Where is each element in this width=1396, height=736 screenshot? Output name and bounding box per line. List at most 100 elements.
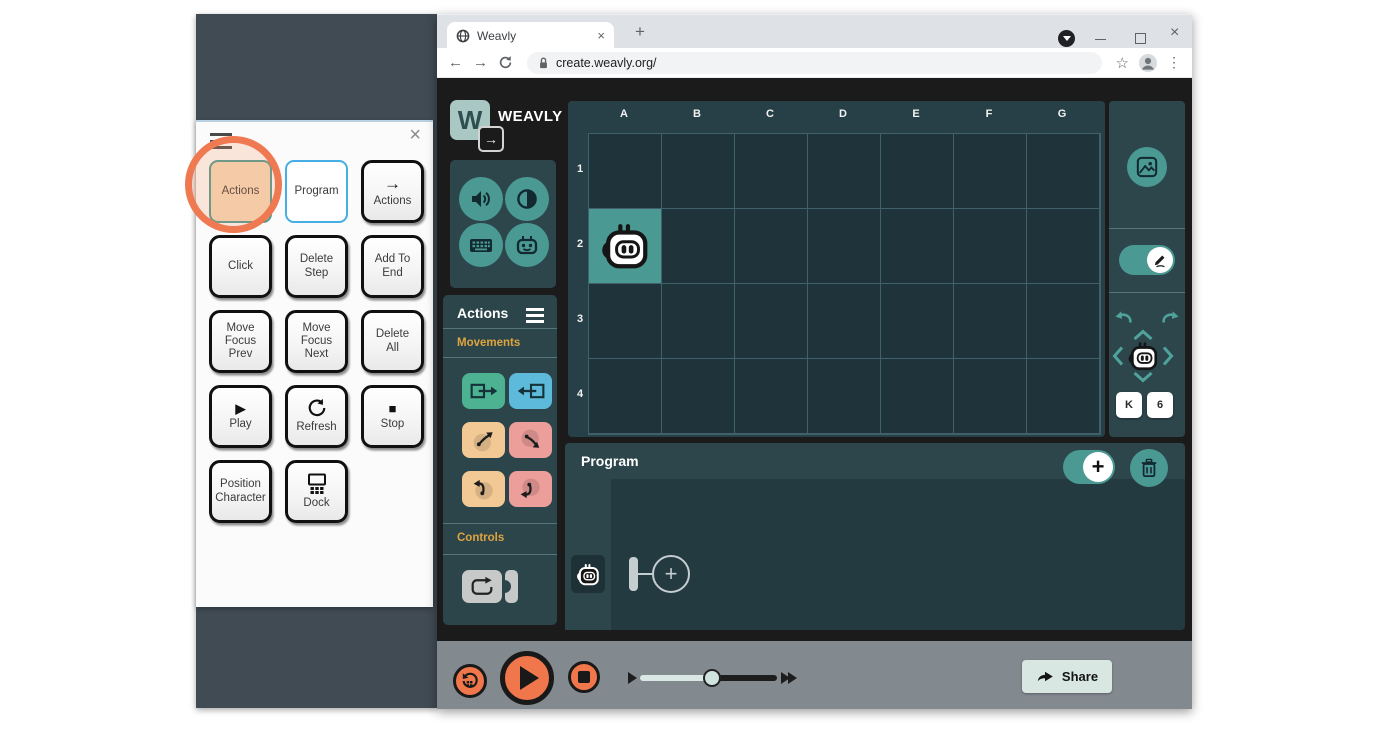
grid-cell-A2-character[interactable] [589, 209, 662, 284]
slow-speed-icon [628, 672, 637, 684]
loop-end-block[interactable] [505, 570, 518, 603]
grid-cell-G2 [1027, 209, 1100, 284]
new-tab-button[interactable]: + [629, 21, 651, 43]
weavly-app: W → WEAVLY Actions Movements Controls A … [437, 78, 1192, 709]
reload-button[interactable] [498, 55, 513, 70]
turn-left-45-block[interactable] [462, 422, 505, 458]
character-select-button[interactable] [505, 223, 549, 267]
scene-tools-panel: K 6 [1109, 101, 1185, 437]
grid-cell-F1 [954, 134, 1027, 209]
program-character-chip[interactable] [571, 555, 605, 593]
pen-icon [1147, 247, 1173, 273]
close-icon[interactable]: × [409, 124, 421, 147]
profile-avatar[interactable] [1139, 53, 1157, 72]
grid-cell-C1 [735, 134, 808, 209]
movements-section-label: Movements [457, 337, 521, 349]
movement-blocks [462, 373, 552, 507]
program-title: Program [581, 453, 639, 469]
reset-character-button[interactable] [453, 664, 487, 698]
grid-cell-G4 [1027, 359, 1100, 434]
column-label: D [839, 108, 847, 120]
contrast-theme-button[interactable] [505, 177, 549, 221]
redo-button[interactable] [1161, 308, 1181, 328]
loop-control-block[interactable] [462, 570, 502, 603]
key-move-focus-prev[interactable]: Move Focus Prev [209, 310, 272, 373]
bookmark-star-icon[interactable]: ☆ [1116, 54, 1129, 72]
move-left-button[interactable] [1112, 345, 1124, 367]
highlight-circle [185, 136, 282, 233]
scene-grid [588, 133, 1101, 435]
key-add-to-end[interactable]: Add To End [361, 235, 424, 298]
share-button[interactable]: Share [1022, 660, 1112, 693]
row-label: 2 [576, 238, 584, 250]
character-position-robot[interactable] [1126, 339, 1160, 373]
move-down-button[interactable] [1132, 371, 1154, 383]
move-right-button[interactable] [1162, 345, 1174, 367]
playback-bar: Share [437, 641, 1192, 709]
move-forward-block[interactable] [462, 373, 505, 409]
grid-cell-E1 [881, 134, 954, 209]
turn-right-45-icon [520, 429, 539, 448]
window-minimize-button[interactable] [1095, 39, 1106, 40]
extension-badge-icon[interactable] [1058, 30, 1075, 47]
program-connector [638, 573, 652, 575]
window-maximize-button[interactable] [1135, 33, 1146, 44]
turn-right-45-block[interactable] [509, 422, 552, 458]
pen-toggle[interactable] [1119, 245, 1175, 275]
key-delete-step[interactable]: Delete Step [285, 235, 348, 298]
column-key-button[interactable]: K [1116, 392, 1142, 418]
audio-feedback-button[interactable] [459, 177, 503, 221]
stop-button[interactable] [568, 661, 600, 693]
key-stop[interactable]: ■ Stop [361, 385, 424, 448]
move-backward-block[interactable] [509, 373, 552, 409]
robot-character-icon [1128, 342, 1158, 371]
back-button[interactable]: ← [448, 55, 463, 70]
key-refresh[interactable]: Refresh [285, 385, 348, 448]
row-label: 1 [576, 163, 584, 175]
delete-all-button[interactable] [1130, 449, 1168, 487]
undo-button[interactable] [1113, 308, 1133, 328]
forward-button[interactable]: → [473, 55, 488, 70]
key-click[interactable]: Click [209, 235, 272, 298]
column-label: C [766, 108, 774, 120]
add-step-node[interactable]: + [652, 555, 690, 593]
keyboard-shortcuts-button[interactable] [459, 223, 503, 267]
chevron-right-icon [1162, 346, 1174, 366]
window-close-button[interactable]: × [1170, 24, 1179, 42]
browser-tab[interactable]: Weavly × [447, 22, 614, 49]
address-bar[interactable]: create.weavly.org/ [527, 51, 1102, 74]
grid-cell-B2 [662, 209, 735, 284]
turn-right-90-block[interactable] [509, 471, 552, 507]
add-step-toggle[interactable]: + [1063, 450, 1115, 484]
turn-left-90-block[interactable] [462, 471, 505, 507]
turn-left-90-icon [473, 479, 493, 500]
key-position-character[interactable]: Position Character [209, 460, 272, 523]
trash-icon [1141, 458, 1157, 478]
row-label: 3 [576, 313, 584, 325]
row-key-button[interactable]: 6 [1147, 392, 1173, 418]
speed-slider-thumb[interactable] [703, 669, 721, 687]
grid-cell-F2 [954, 209, 1027, 284]
grid-cell-A3 [589, 284, 662, 359]
program-track: + [565, 479, 1185, 630]
actions-panel-menu-icon[interactable] [526, 308, 544, 326]
tab-close-icon[interactable]: × [597, 28, 605, 43]
dock-icon [307, 473, 326, 494]
play-button[interactable] [500, 651, 554, 705]
grid-cell-D1 [808, 134, 881, 209]
key-play[interactable]: ▶ Play [209, 385, 272, 448]
key-delete-all[interactable]: Delete All [361, 310, 424, 373]
actions-panel: Actions Movements Controls [443, 295, 557, 625]
key-goto-actions[interactable]: → Actions [361, 160, 424, 223]
column-label: E [912, 108, 920, 120]
key-program[interactable]: Program [285, 160, 348, 223]
key-dock[interactable]: Dock [285, 460, 348, 523]
chevron-left-icon [1112, 346, 1124, 366]
key-move-focus-next[interactable]: Move Focus Next [285, 310, 348, 373]
turn-left-45-icon [473, 432, 493, 452]
weavly-logo-text: WEAVLY [498, 108, 563, 125]
background-image-button[interactable] [1127, 147, 1167, 187]
app-main: W → WEAVLY Actions Movements Controls A … [437, 78, 1192, 641]
grid-cell-E3 [881, 284, 954, 359]
browser-menu-icon[interactable]: ⋮ [1167, 54, 1181, 71]
